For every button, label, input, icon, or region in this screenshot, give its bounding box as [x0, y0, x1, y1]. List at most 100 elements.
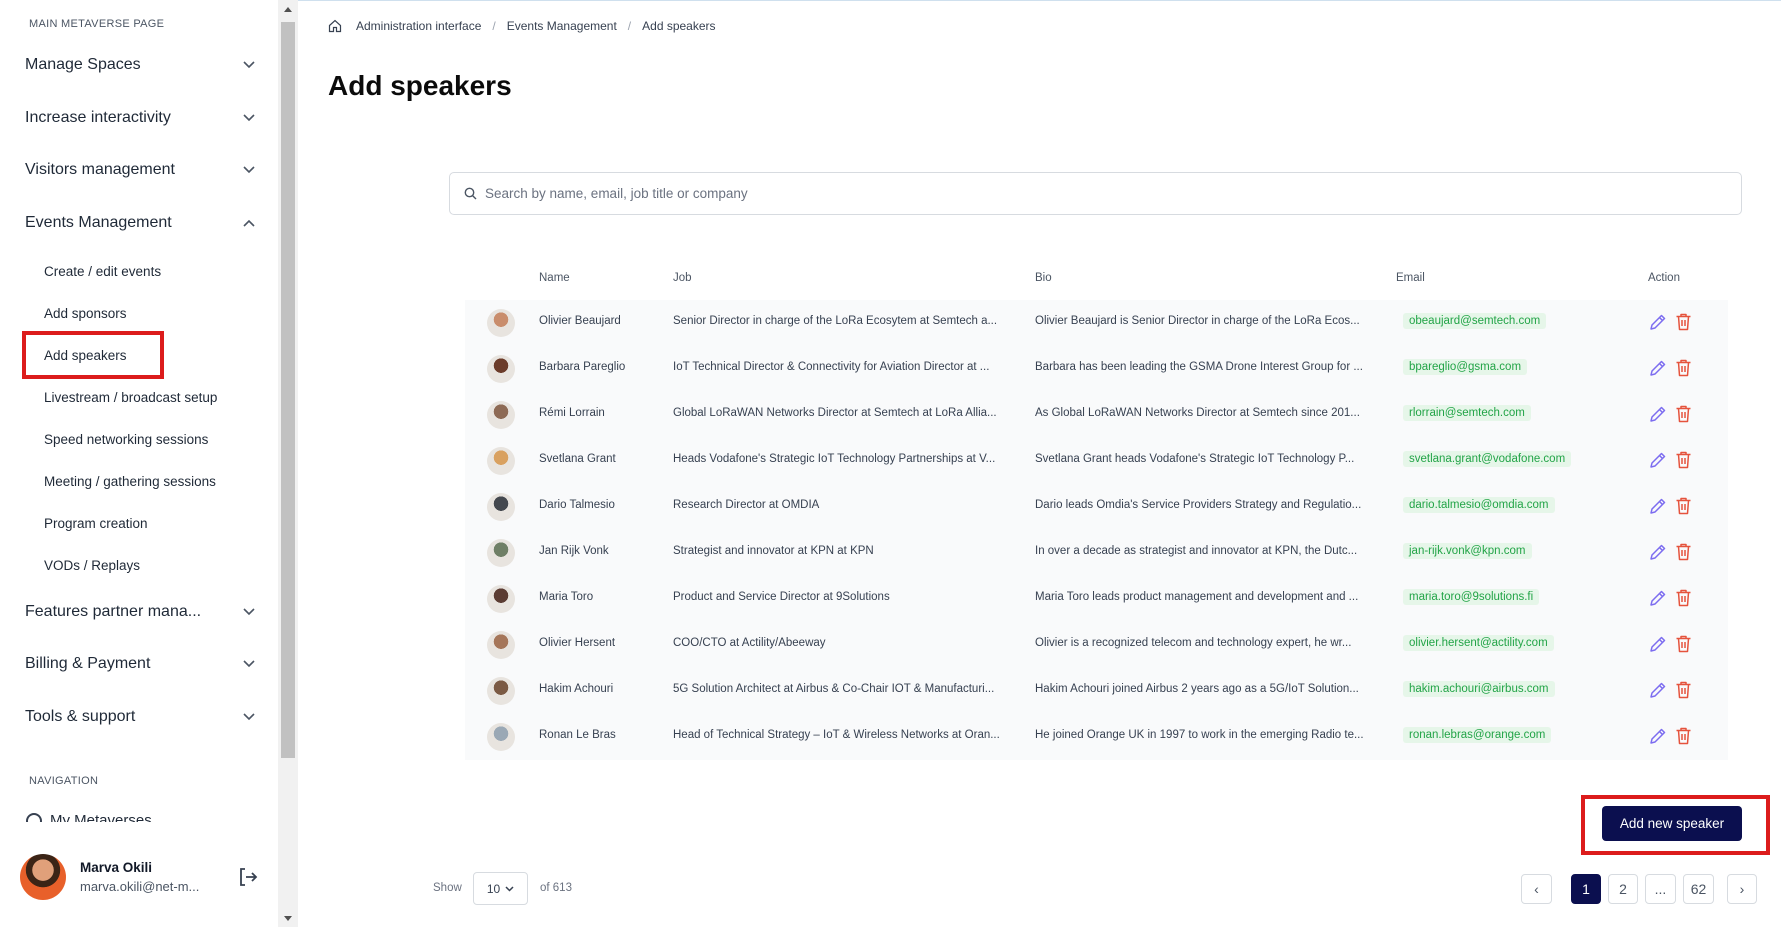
table-row: Maria Toro Product and Service Director a… — [465, 576, 1728, 622]
speaker-avatar — [487, 401, 515, 429]
sidebar-group-increase-interactivity[interactable]: Increase interactivity — [25, 103, 257, 133]
scrollbar-thumb[interactable] — [281, 22, 295, 758]
speaker-name: Svetlana Grant — [539, 453, 616, 465]
edit-pencil-icon[interactable] — [1648, 313, 1667, 332]
speaker-job: Research Director at OMDIA — [673, 499, 820, 511]
speaker-avatar — [487, 631, 515, 659]
speaker-name: Dario Talmesio — [539, 499, 615, 511]
table-row: Olivier Hersent COO/CTO at Actility/Abeew… — [465, 622, 1728, 668]
trash-icon[interactable] — [1674, 634, 1693, 654]
prev-page-button[interactable]: ‹ — [1521, 874, 1552, 904]
table-header: Name Job Bio Email Action — [0, 272, 1781, 288]
speaker-bio: As Global LoRaWAN Networks Director at S… — [1035, 407, 1360, 419]
trash-icon[interactable] — [1674, 542, 1693, 562]
trash-icon[interactable] — [1674, 680, 1693, 700]
sidebar-group-manage-spaces[interactable]: Manage Spaces — [25, 50, 257, 80]
speaker-avatar — [487, 447, 515, 475]
breadcrumb: Administration interface / Events Manage… — [328, 19, 716, 33]
trash-icon[interactable] — [1674, 404, 1693, 424]
chevron-down-icon — [505, 885, 514, 892]
edit-pencil-icon[interactable] — [1648, 359, 1667, 378]
page-size-select[interactable]: 10 — [473, 872, 528, 905]
breadcrumb-item-events-management[interactable]: Events Management — [507, 19, 617, 33]
next-page-button[interactable]: › — [1727, 874, 1757, 904]
speaker-bio: Dario leads Omdia's Service Providers St… — [1035, 499, 1362, 511]
edit-pencil-icon[interactable] — [1648, 635, 1667, 654]
speaker-avatar — [487, 355, 515, 383]
edit-pencil-icon[interactable] — [1648, 405, 1667, 424]
sidebar-group-features-partner[interactable]: Features partner mana... — [25, 597, 257, 627]
trash-icon[interactable] — [1674, 358, 1693, 378]
trash-icon[interactable] — [1674, 726, 1693, 746]
column-header-email: Email — [1396, 272, 1425, 284]
speaker-email: hakim.achouri@airbus.com — [1403, 681, 1555, 697]
speaker-bio: Hakim Achouri joined Airbus 2 years ago … — [1035, 683, 1359, 695]
breadcrumb-item-administration[interactable]: Administration interface — [356, 19, 481, 33]
edit-pencil-icon[interactable] — [1648, 727, 1667, 746]
speaker-avatar — [487, 493, 515, 521]
sidebar-item-livestream-setup[interactable]: Livestream / broadcast setup — [44, 383, 217, 411]
user-email: marva.okili@net-m... — [80, 879, 200, 894]
page-button-1[interactable]: 1 — [1571, 874, 1601, 904]
speaker-name: Olivier Beaujard — [539, 315, 621, 327]
table-row: Rémi Lorrain Global LoRaWAN Networks Dire… — [465, 392, 1728, 438]
sidebar-item-meeting-sessions[interactable]: Meeting / gathering sessions — [44, 467, 216, 495]
breadcrumb-separator: / — [627, 19, 632, 33]
sidebar-item-add-sponsors[interactable]: Add sponsors — [44, 299, 127, 327]
sidebar-group-events-management[interactable]: Events Management — [25, 208, 257, 238]
add-new-speaker-button[interactable]: Add new speaker — [1602, 806, 1742, 841]
home-icon[interactable] — [328, 19, 342, 33]
sidebar-item-add-speakers[interactable]: Add speakers — [22, 331, 164, 379]
chevron-down-icon — [241, 656, 257, 672]
speaker-name: Olivier Hersent — [539, 637, 616, 649]
sidebar-group-label: Manage Spaces — [25, 56, 141, 73]
trash-icon[interactable] — [1674, 496, 1693, 516]
edit-pencil-icon[interactable] — [1648, 451, 1667, 470]
sidebar-item-my-metaverses[interactable]: My Metaverses — [26, 812, 152, 822]
edit-pencil-icon[interactable] — [1648, 589, 1667, 608]
edit-pencil-icon[interactable] — [1648, 497, 1667, 516]
breadcrumb-item-current: Add speakers — [642, 19, 716, 33]
page-button-62[interactable]: 62 — [1683, 874, 1714, 904]
speaker-email: bpareglio@gsma.com — [1403, 359, 1528, 375]
search-icon — [464, 187, 477, 200]
trash-icon[interactable] — [1674, 450, 1693, 470]
speaker-avatar — [487, 677, 515, 705]
sidebar-group-visitors-management[interactable]: Visitors management — [25, 155, 257, 185]
sidebar: MAIN METAVERSE PAGE Manage Spaces Increa… — [0, 0, 278, 927]
sidebar-item-program-creation[interactable]: Program creation — [44, 509, 148, 537]
table-row: Olivier Beaujard Senior Director in charg… — [465, 300, 1728, 346]
edit-pencil-icon[interactable] — [1648, 681, 1667, 700]
speaker-job: Global LoRaWAN Networks Director at Semt… — [673, 407, 997, 419]
sidebar-group-billing-payment[interactable]: Billing & Payment — [25, 649, 257, 679]
search-bar[interactable] — [449, 172, 1742, 215]
speaker-email: rlorrain@semtech.com — [1403, 405, 1531, 421]
table-row: Hakim Achouri 5G Solution Architect at Ai… — [465, 668, 1728, 714]
speaker-avatar — [487, 539, 515, 567]
speaker-avatar — [487, 585, 515, 613]
sidebar-item-vods-replays[interactable]: VODs / Replays — [44, 551, 140, 579]
edit-pencil-icon[interactable] — [1648, 543, 1667, 562]
search-input[interactable] — [485, 186, 1685, 201]
page-button-2[interactable]: 2 — [1608, 874, 1638, 904]
speaker-email: obeaujard@semtech.com — [1403, 313, 1547, 329]
speaker-email: maria.toro@9solutions.fi — [1403, 589, 1540, 605]
table-row: Svetlana Grant Heads Vodafone's Strategic… — [465, 438, 1728, 484]
logout-icon[interactable] — [236, 865, 260, 889]
speaker-bio: Olivier is a recognized telecom and tech… — [1035, 637, 1352, 649]
sidebar-scrollbar[interactable] — [278, 0, 298, 927]
breadcrumb-separator: / — [492, 19, 496, 33]
speaker-bio: Barbara has been leading the GSMA Drone … — [1035, 361, 1363, 373]
scroll-up-arrow-icon[interactable] — [278, 0, 298, 18]
speaker-job: IoT Technical Director & Connectivity fo… — [673, 361, 990, 373]
trash-icon[interactable] — [1674, 312, 1693, 332]
navigation-section-title: NAVIGATION — [29, 775, 99, 787]
sidebar-item-speed-networking[interactable]: Speed networking sessions — [44, 425, 208, 453]
scroll-down-arrow-icon[interactable] — [278, 909, 298, 927]
sidebar-group-tools-support[interactable]: Tools & support — [25, 702, 257, 732]
trash-icon[interactable] — [1674, 588, 1693, 608]
column-header-job: Job — [673, 272, 692, 284]
speaker-job: Head of Technical Strategy – IoT & Wirel… — [673, 729, 1000, 741]
table-row: Barbara Pareglio IoT Technical Director &… — [465, 346, 1728, 392]
sidebar-group-label: Tools & support — [25, 708, 136, 725]
